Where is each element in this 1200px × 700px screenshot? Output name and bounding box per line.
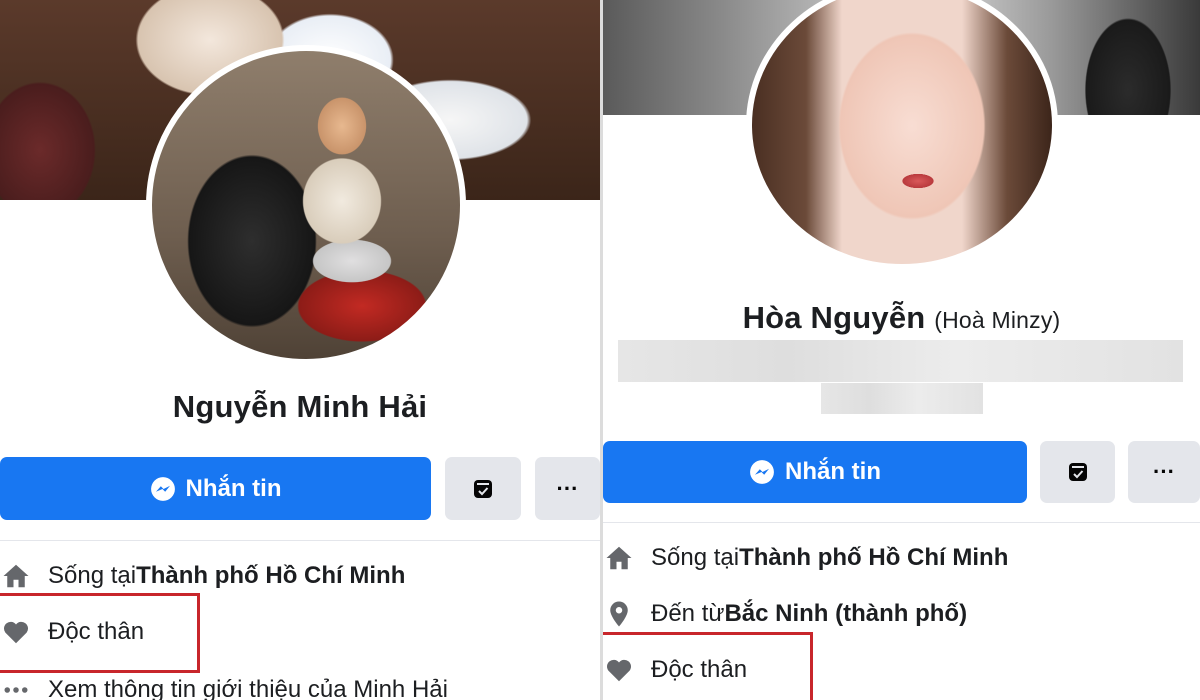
divider <box>603 522 1200 523</box>
messenger-icon <box>750 460 774 484</box>
message-button-label: Nhắn tin <box>185 474 282 502</box>
info-value[interactable]: Thành phố Hồ Chí Minh <box>739 544 1008 572</box>
profile-alt-name: (Hoà Minzy) <box>934 307 1061 333</box>
profile-name: Nguyễn Minh Hải <box>172 389 428 424</box>
profile-action-button[interactable] <box>1040 441 1115 503</box>
more-icon <box>0 674 32 700</box>
highlight-box <box>603 632 813 700</box>
info-prefix: Sống tại <box>651 544 740 571</box>
info-prefix: Đến từ <box>651 600 725 627</box>
profile-avatar[interactable] <box>146 45 466 365</box>
info-prefix: Sống tại <box>48 562 137 589</box>
blurred-bio <box>821 383 983 414</box>
highlight-box <box>0 593 200 673</box>
messenger-icon <box>150 476 175 501</box>
blurred-bio <box>618 340 1183 382</box>
left-profile-panel: Nguyễn Minh Hải Nhắn tin ··· Sống tại Th… <box>0 0 600 700</box>
home-icon <box>603 542 635 574</box>
right-profile-panel: Hòa Nguyễn (Hoà Minzy) Nhắn tin ··· Sống… <box>603 0 1200 700</box>
info-row-see-about[interactable]: Xem thông tin giới thiệu của Minh Hải <box>0 674 448 700</box>
divider <box>0 540 600 541</box>
info-value[interactable]: Thành phố Hồ Chí Minh <box>136 562 405 590</box>
info-row-from: Đến từ Bắc Ninh (thành phố) <box>603 598 967 630</box>
profile-name: Hòa Nguyễn (Hoà Minzy) <box>603 300 1200 336</box>
inbox-check-icon <box>474 479 492 498</box>
info-row-lives-in: Sống tại Thành phố Hồ Chí Minh <box>0 560 405 592</box>
more-options-button[interactable]: ··· <box>535 457 600 520</box>
message-button-label: Nhắn tin <box>785 458 881 485</box>
see-about-link[interactable]: Xem thông tin giới thiệu của Minh Hải <box>48 676 448 700</box>
inbox-check-icon <box>1068 463 1087 481</box>
more-options-button[interactable]: ··· <box>1128 441 1200 503</box>
message-button[interactable]: Nhắn tin <box>603 441 1027 503</box>
profile-action-button[interactable] <box>445 457 521 520</box>
info-row-lives-in: Sống tại Thành phố Hồ Chí Minh <box>603 542 1008 574</box>
home-icon <box>0 560 32 592</box>
profile-avatar[interactable] <box>746 0 1058 270</box>
location-pin-icon <box>603 598 635 630</box>
info-value[interactable]: Bắc Ninh (thành phố) <box>724 600 967 628</box>
profile-name-text: Hòa Nguyễn <box>742 300 926 335</box>
message-button[interactable]: Nhắn tin <box>0 457 431 520</box>
